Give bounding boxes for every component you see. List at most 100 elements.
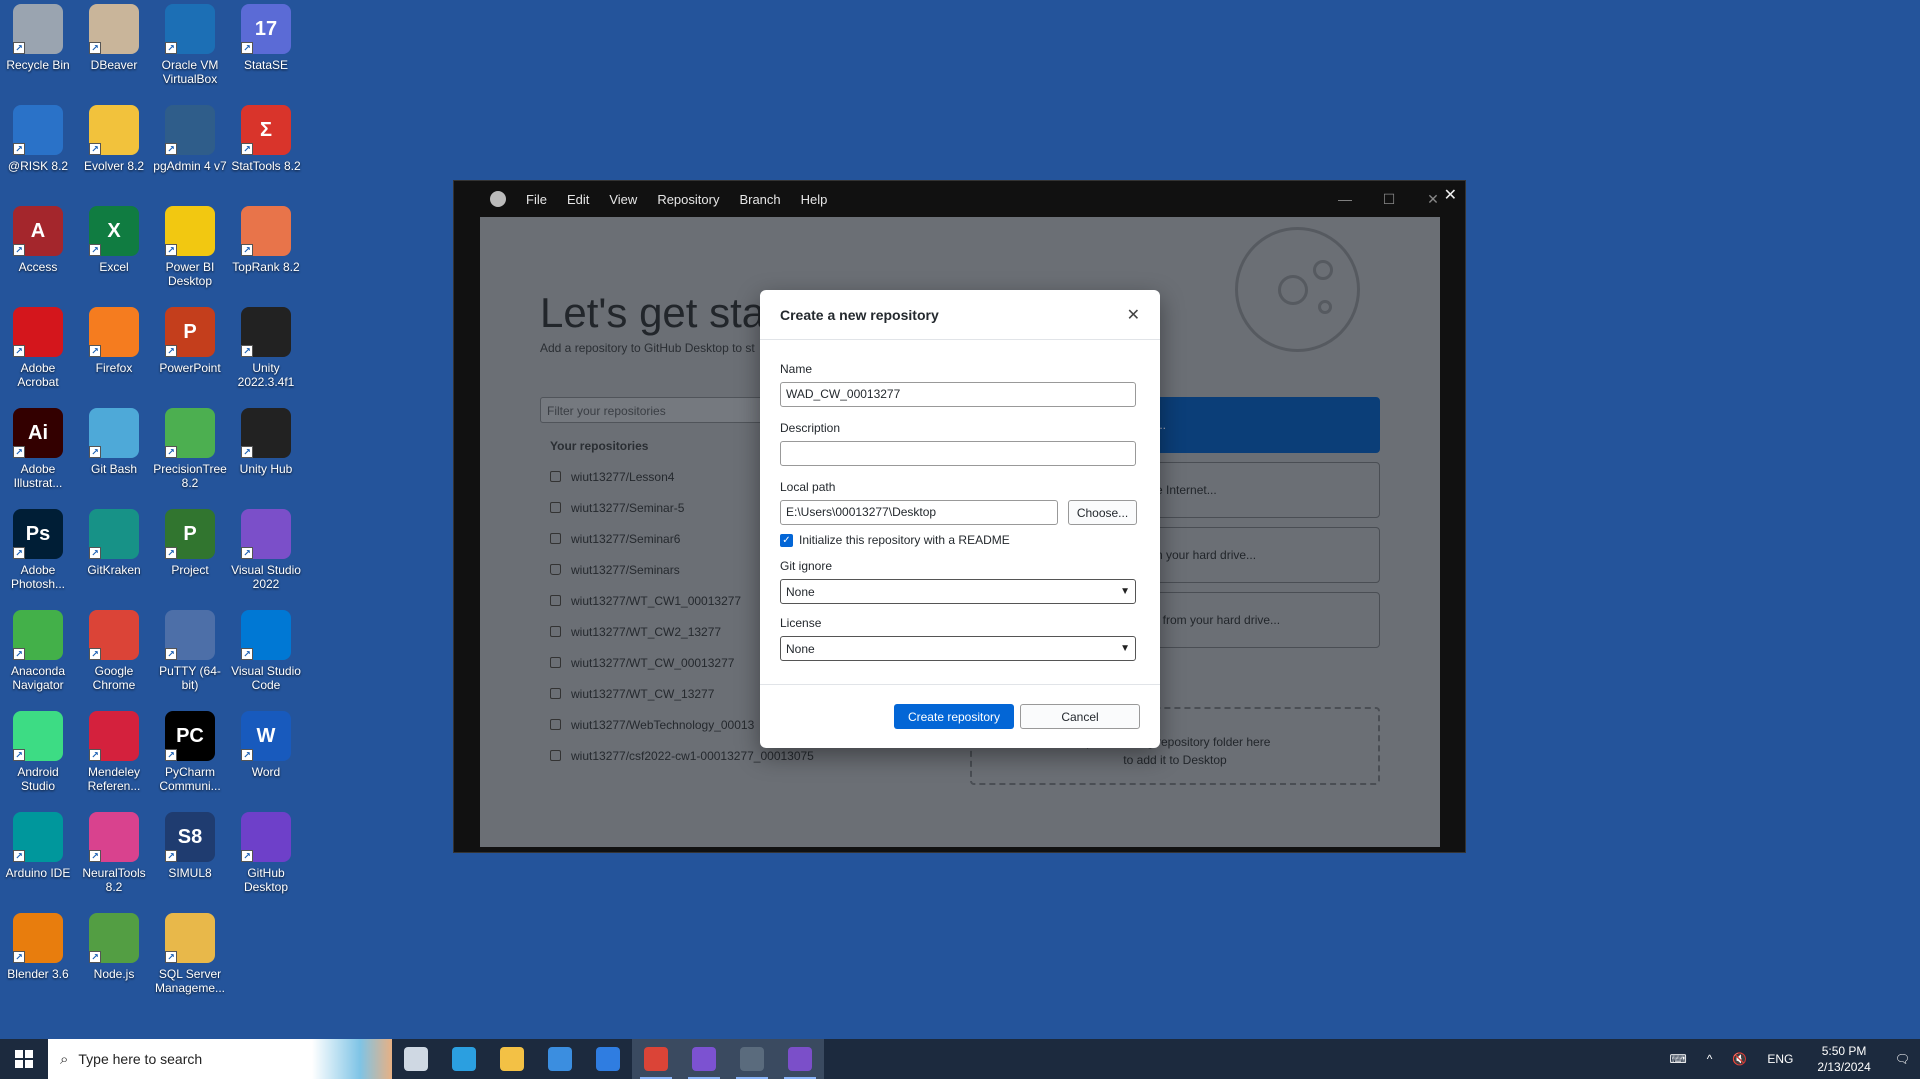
desktop-shortcut[interactable]: ↗ Oracle VM VirtualBox: [152, 4, 228, 86]
desktop-shortcut[interactable]: ↗ TopRank 8.2: [228, 206, 304, 274]
desktop-shortcut[interactable]: PC ↗ PyCharm Communi...: [152, 711, 228, 793]
volume-muted-icon[interactable]: 🔇: [1732, 1052, 1747, 1066]
desktop-shortcut[interactable]: ↗ Evolver 8.2: [76, 105, 152, 173]
menu-edit[interactable]: Edit: [567, 192, 589, 207]
language-indicator[interactable]: ENG: [1767, 1052, 1793, 1066]
local-path-input[interactable]: E:\Users\00013277\Desktop: [780, 500, 1058, 525]
repo-icon: [550, 688, 561, 699]
repo-icon: [550, 502, 561, 513]
desktop-shortcut[interactable]: ↗ Blender 3.6: [0, 913, 76, 981]
mendeley-icon: ↗: [89, 711, 139, 761]
crater-icon: [1278, 275, 1308, 305]
maximize-icon[interactable]: ☐: [1367, 191, 1411, 208]
desktop-shortcut[interactable]: ↗ SQL Server Manageme...: [152, 913, 228, 995]
taskbar-app-button[interactable]: [488, 1039, 536, 1079]
desktop-shortcut[interactable]: ↗ Firefox: [76, 307, 152, 375]
shortcut-arrow-icon: ↗: [165, 547, 177, 559]
cancel-button[interactable]: Cancel: [1020, 704, 1140, 729]
desktop-shortcut[interactable]: ↗ Visual Studio Code: [228, 610, 304, 692]
access-icon: A ↗: [13, 206, 63, 256]
menu-view[interactable]: View: [609, 192, 637, 207]
desktop-shortcut[interactable]: ↗ GitHub Desktop: [228, 812, 304, 894]
taskbar-search-box[interactable]: ⌕ Type here to search: [48, 1039, 392, 1079]
desktop-shortcut[interactable]: ↗ Visual Studio 2022: [228, 509, 304, 591]
desktop-shortcut[interactable]: ↗ Power BI Desktop: [152, 206, 228, 288]
desktop-shortcut[interactable]: ↗ @RISK 8.2: [0, 105, 76, 173]
readme-checkbox-row[interactable]: ✓ Initialize this repository with a READ…: [780, 533, 1140, 547]
desktop-shortcut[interactable]: ↗ PrecisionTree 8.2: [152, 408, 228, 490]
welcome-title: Let's get star: [540, 289, 780, 336]
desktop-shortcut[interactable]: Σ ↗ StatTools 8.2: [228, 105, 304, 173]
readme-label: Initialize this repository with a README: [799, 533, 1010, 547]
desktop-shortcut[interactable]: ↗ Android Studio: [0, 711, 76, 793]
desktop-shortcut[interactable]: A ↗ Access: [0, 206, 76, 274]
desktop-shortcut[interactable]: ↗ Mendeley Referen...: [76, 711, 152, 793]
shortcut-arrow-icon: ↗: [89, 749, 101, 761]
choose-button[interactable]: Choose...: [1068, 500, 1137, 525]
desktop-shortcut-label: StatTools 8.2: [231, 159, 301, 173]
license-select[interactable]: None ▼: [780, 636, 1136, 661]
desktop-shortcut[interactable]: ↗ Arduino IDE: [0, 812, 76, 880]
shortcut-arrow-icon: ↗: [13, 749, 25, 761]
desktop-shortcut[interactable]: ↗ Unity 2022.3.4f1: [228, 307, 304, 389]
menu-repository[interactable]: Repository: [657, 192, 719, 207]
desktop-shortcut-label: Oracle VM VirtualBox: [161, 58, 219, 86]
shortcut-arrow-icon: ↗: [241, 446, 253, 458]
desktop-shortcut-label: Git Bash: [90, 462, 138, 476]
desktop-shortcut[interactable]: P ↗ Project: [152, 509, 228, 577]
file-explorer-icon: [500, 1047, 524, 1071]
search-icon: ⌕: [60, 1050, 69, 1068]
taskbar-app-button[interactable]: [632, 1039, 680, 1079]
chevron-up-icon[interactable]: ^: [1707, 1052, 1713, 1066]
desktop-shortcut[interactable]: ↗ DBeaver: [76, 4, 152, 72]
desktop-shortcut[interactable]: ↗ pgAdmin 4 v7: [152, 105, 228, 173]
crater-icon: [1318, 300, 1332, 314]
desktop-shortcut[interactable]: Ai ↗ Adobe Illustrat...: [0, 408, 76, 490]
desktop-shortcut[interactable]: ↗ Unity Hub: [228, 408, 304, 476]
taskbar-app-button[interactable]: [392, 1039, 440, 1079]
license-value: None: [786, 641, 815, 656]
name-input[interactable]: WAD_CW_00013277: [780, 382, 1136, 407]
repo-icon: [550, 533, 561, 544]
desktop-shortcut[interactable]: ↗ PuTTY (64-bit): [152, 610, 228, 692]
taskbar-app-button[interactable]: [680, 1039, 728, 1079]
menu-file[interactable]: File: [526, 192, 547, 207]
keyboard-icon[interactable]: ⌨: [1669, 1052, 1686, 1066]
gitignore-select[interactable]: None ▼: [780, 579, 1136, 604]
taskbar-app-button[interactable]: [776, 1039, 824, 1079]
start-button[interactable]: [0, 1039, 48, 1079]
dbeaver-icon: ↗: [89, 4, 139, 54]
desktop-shortcut[interactable]: ↗ NeuralTools 8.2: [76, 812, 152, 894]
desktop-shortcut[interactable]: P ↗ PowerPoint: [152, 307, 228, 375]
desktop-shortcut[interactable]: S8 ↗ SIMUL8: [152, 812, 228, 880]
close-icon[interactable]: ✕: [1444, 185, 1457, 205]
create-repository-button[interactable]: Create repository: [894, 704, 1014, 729]
close-icon[interactable]: ✕: [1127, 305, 1140, 325]
clock[interactable]: 5:50 PM 2/13/2024: [1817, 1043, 1870, 1075]
desktop-shortcut[interactable]: X ↗ Excel: [76, 206, 152, 274]
description-input[interactable]: [780, 441, 1136, 466]
desktop-shortcut[interactable]: 17 ↗ StataSE: [228, 4, 304, 72]
desktop-shortcut[interactable]: ↗ Adobe Acrobat: [0, 307, 76, 389]
desktop-shortcut[interactable]: ↗ Node.js: [76, 913, 152, 981]
calculator-icon: [740, 1047, 764, 1071]
menu-help[interactable]: Help: [801, 192, 828, 207]
menu-branch[interactable]: Branch: [739, 192, 780, 207]
taskbar-app-button[interactable]: [440, 1039, 488, 1079]
repo-icon: [550, 626, 561, 637]
taskbar-app-button[interactable]: [584, 1039, 632, 1079]
filter-repositories-input[interactable]: Filter your repositories: [540, 397, 790, 423]
desktop-shortcut[interactable]: ↗ Git Bash: [76, 408, 152, 476]
taskbar-app-button[interactable]: [728, 1039, 776, 1079]
firefox-icon: ↗: [89, 307, 139, 357]
desktop-shortcut[interactable]: ↗ Recycle Bin: [0, 4, 76, 72]
notification-icon[interactable]: 🗨: [1895, 1052, 1910, 1066]
minimize-icon[interactable]: —: [1323, 191, 1367, 207]
desktop-shortcut[interactable]: ↗ GitKraken: [76, 509, 152, 577]
desktop-shortcut[interactable]: ↗ Google Chrome: [76, 610, 152, 692]
desktop-shortcut[interactable]: ↗ Anaconda Navigator: [0, 610, 76, 692]
readme-checkbox[interactable]: ✓: [780, 533, 793, 547]
desktop-shortcut[interactable]: W ↗ Word: [228, 711, 304, 779]
taskbar-app-button[interactable]: [536, 1039, 584, 1079]
desktop-shortcut[interactable]: Ps ↗ Adobe Photosh...: [0, 509, 76, 591]
